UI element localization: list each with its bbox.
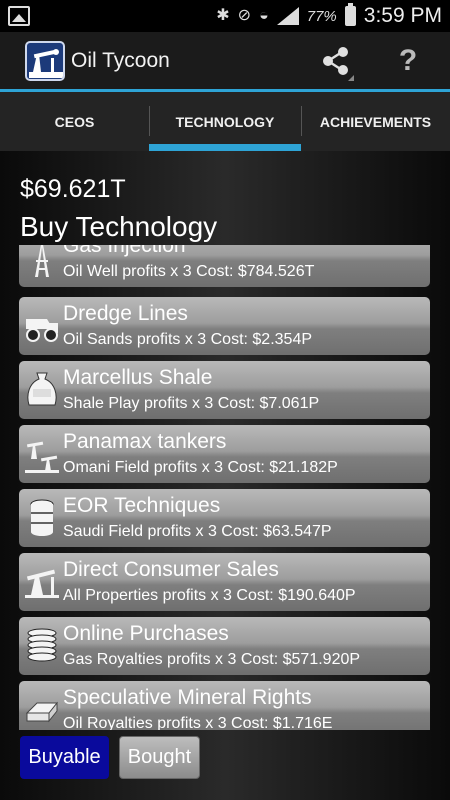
item-name: Gas Injection xyxy=(63,245,186,257)
item-description: Omani Field profits x 3 Cost: $21.182P xyxy=(63,459,338,476)
oil-derrick-icon xyxy=(25,245,59,277)
clock: 3:59 PM xyxy=(363,4,442,27)
item-description: Oil Sands profits x 3 Cost: $2.354P xyxy=(63,331,313,348)
item-description: Saudi Field profits x 3 Cost: $63.547P xyxy=(63,523,332,540)
item-name: Dredge Lines xyxy=(63,302,188,325)
dump-truck-icon xyxy=(25,307,59,345)
list-item[interactable]: Gas Injection Oil Well profits x 3 Cost:… xyxy=(19,245,430,287)
tab-separator xyxy=(149,106,150,136)
item-description: Gas Royalties profits x 3 Cost: $571.920… xyxy=(63,651,361,668)
item-description: Oil Well profits x 3 Cost: $784.526T xyxy=(63,263,315,280)
pumpjack-icon xyxy=(25,563,59,601)
item-description: Oil Royalties profits x 3 Cost: $1.716E xyxy=(63,715,333,730)
list-item[interactable]: Panamax tankers Omani Field profits x 3 … xyxy=(19,425,430,483)
tab-technology[interactable]: TECHNOLOGY xyxy=(149,92,301,151)
tab-separator xyxy=(301,106,302,136)
gallery-icon xyxy=(8,6,30,26)
technology-list[interactable]: Gas Injection Oil Well profits x 3 Cost:… xyxy=(19,245,430,730)
share-icon[interactable] xyxy=(316,41,356,81)
pumpjack-field-icon xyxy=(25,435,59,473)
item-name: Marcellus Shale xyxy=(63,366,213,389)
oil-barrel-icon xyxy=(25,499,59,537)
list-item[interactable]: Marcellus Shale Shale Play profits x 3 C… xyxy=(19,361,430,419)
buyable-filter-button[interactable]: Buyable xyxy=(20,736,109,779)
bluetooth-icon: ✱ xyxy=(216,7,230,24)
battery-percent: 77% xyxy=(306,7,337,25)
balance: $69.621T xyxy=(20,175,126,203)
coin-stack-icon xyxy=(25,627,59,665)
item-name: Panamax tankers xyxy=(63,430,227,453)
item-name: Speculative Mineral Rights xyxy=(63,686,312,709)
frack-fluid-bag-icon xyxy=(25,371,59,409)
gold-bar-icon xyxy=(25,691,59,729)
item-name: Direct Consumer Sales xyxy=(63,558,279,581)
main-content: $69.621T Buy Technology Gas Injection Oi… xyxy=(0,151,450,800)
item-name: EOR Techniques xyxy=(63,494,221,517)
app-title: Oil Tycoon xyxy=(71,49,170,72)
list-item[interactable]: Dredge Lines Oil Sands profits x 3 Cost:… xyxy=(19,297,430,355)
wifi-icon: ◒ xyxy=(259,7,269,24)
list-item[interactable]: Online Purchases Gas Royalties profits x… xyxy=(19,617,430,675)
action-bar: Oil Tycoon ? xyxy=(0,32,450,90)
tab-achievements[interactable]: ACHIEVEMENTS xyxy=(301,92,450,151)
list-item[interactable]: Speculative Mineral Rights Oil Royalties… xyxy=(19,681,430,730)
status-icons: ✱ ⊘ ◒ 77% 3:59 PM xyxy=(216,3,442,28)
mute-vibrate-icon: ⊘ xyxy=(237,7,252,24)
app-logo-icon[interactable] xyxy=(25,41,65,81)
list-item[interactable]: Direct Consumer Sales All Properties pro… xyxy=(19,553,430,611)
battery-icon xyxy=(344,3,356,26)
list-item[interactable]: EOR Techniques Saudi Field profits x 3 C… xyxy=(19,489,430,547)
tab-bar: CEOS TECHNOLOGY ACHIEVEMENTS xyxy=(0,92,450,151)
page-title: Buy Technology xyxy=(20,211,218,242)
status-bar: ✱ ⊘ ◒ 77% 3:59 PM xyxy=(0,0,450,32)
item-name: Online Purchases xyxy=(63,622,229,645)
signal-icon xyxy=(276,7,299,25)
help-icon[interactable]: ? xyxy=(388,41,428,81)
bought-filter-button[interactable]: Bought xyxy=(119,736,200,779)
tab-ceos[interactable]: CEOS xyxy=(0,92,149,151)
item-description: All Properties profits x 3 Cost: $190.64… xyxy=(63,587,356,604)
item-description: Shale Play profits x 3 Cost: $7.061P xyxy=(63,395,320,412)
